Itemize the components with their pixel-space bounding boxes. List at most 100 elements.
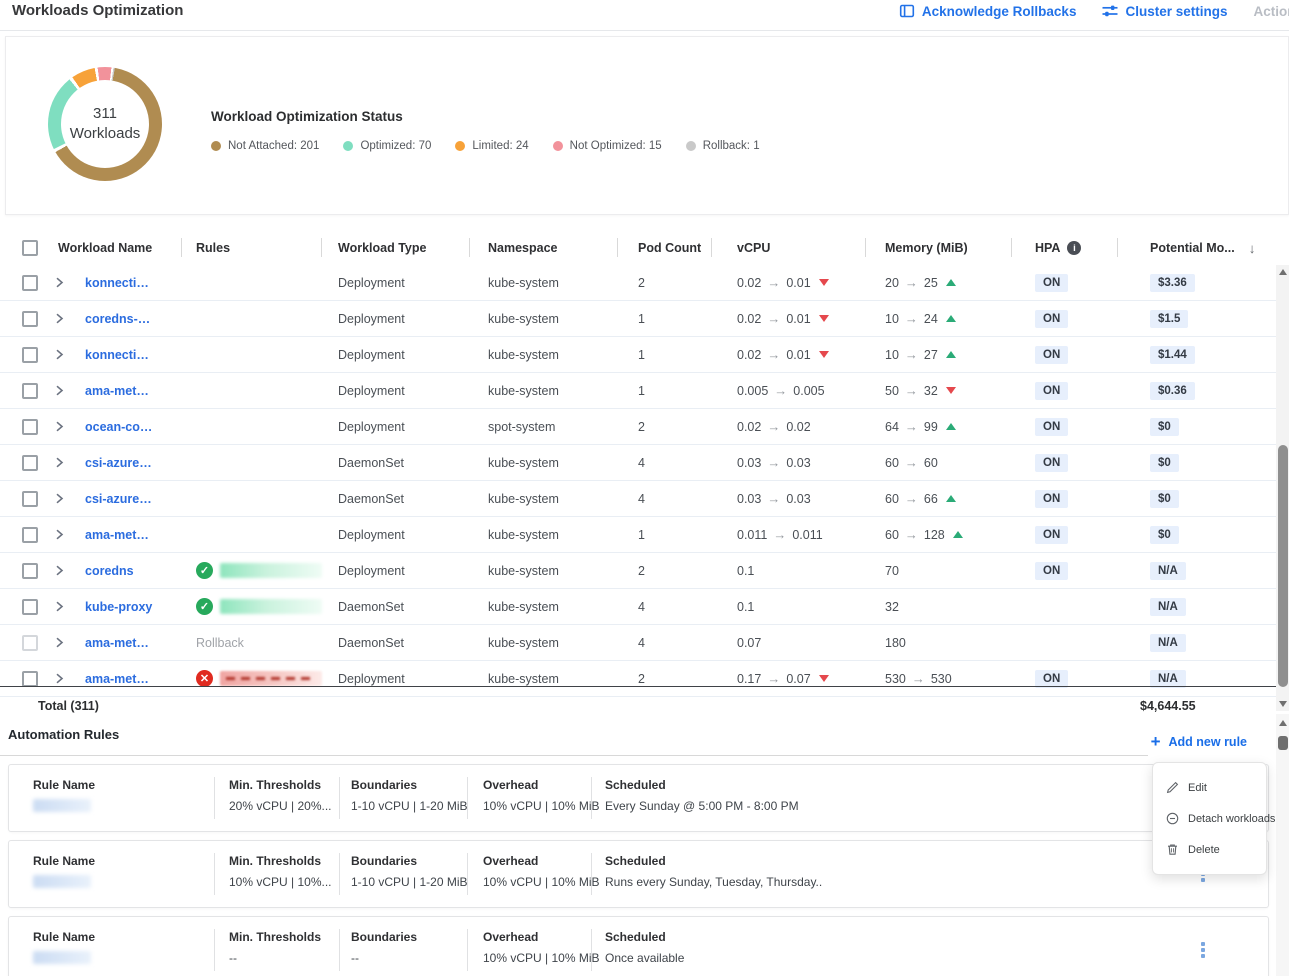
header-actions: Acknowledge Rollbacks Cluster settings A…	[899, 3, 1289, 19]
header-cell-pod-count[interactable]: Pod Count	[618, 231, 712, 265]
row-checkbox[interactable]	[22, 419, 38, 435]
row-checkbox[interactable]	[22, 347, 38, 363]
row-checkbox[interactable]	[22, 563, 38, 579]
header-cell-memory[interactable]: Memory (MiB)	[866, 231, 1012, 265]
expand-row-icon[interactable]	[46, 565, 72, 576]
workload-name-link[interactable]: ama-met…	[72, 384, 149, 398]
arrow-right-icon: →	[768, 383, 793, 398]
hpa-cell: ON	[1012, 418, 1118, 436]
row-checkbox[interactable]	[22, 491, 38, 507]
namespace-cell: kube-system	[470, 276, 618, 290]
trend-down-icon	[819, 351, 829, 358]
row-checkbox[interactable]	[22, 275, 38, 291]
header-cell-potential-savings[interactable]: Potential Mo...↓	[1118, 231, 1276, 265]
expand-row-icon[interactable]	[46, 421, 72, 432]
header-cell-vcpu[interactable]: vCPU	[712, 231, 866, 265]
namespace-cell: kube-system	[470, 312, 618, 326]
row-checkbox[interactable]	[22, 383, 38, 399]
row-checkbox[interactable]	[22, 599, 38, 615]
vcpu-cell: 0.02→0.01	[712, 311, 866, 326]
workload-name-link[interactable]: ocean-co…	[72, 420, 152, 434]
menu-item-detach-workloads[interactable]: Detach workloads	[1153, 803, 1266, 834]
header-cell-rules[interactable]: Rules	[182, 231, 322, 265]
workload-type-cell: Deployment	[322, 348, 470, 362]
row-checkbox[interactable]	[22, 527, 38, 543]
rule-field: Boundaries1-10 vCPU | 1-20 MiB	[351, 778, 468, 813]
namespace-cell: spot-system	[470, 420, 618, 434]
expand-row-icon[interactable]	[46, 493, 72, 504]
header-cell-workload-type[interactable]: Workload Type	[322, 231, 470, 265]
workload-name-link[interactable]: ama-met…	[72, 528, 149, 542]
rule-rollback-label: Rollback	[196, 636, 244, 650]
legend-item: Not Optimized: 15	[553, 140, 662, 152]
expand-row-icon[interactable]	[46, 313, 72, 324]
expand-row-icon[interactable]	[46, 529, 72, 540]
scrollbar-thumb[interactable]	[1278, 736, 1288, 750]
scrollbar-up-icon[interactable]	[1276, 716, 1289, 730]
workload-name-link[interactable]: csi-azure…	[72, 492, 152, 506]
table-scrollbar[interactable]	[1276, 265, 1289, 711]
hpa-info-icon[interactable]: i	[1067, 241, 1081, 255]
rules-cell: ✓	[182, 598, 322, 615]
automation-rule-card: Rule NameMin. Thresholds20% vCPU | 20%..…	[8, 764, 1269, 832]
memory-cell: 60→60	[866, 455, 1012, 470]
plus-icon: +	[1151, 733, 1161, 750]
workload-name-link[interactable]: konnecti…	[72, 348, 149, 362]
header-cell-workload-name[interactable]: Workload Name	[46, 231, 182, 265]
expand-row-icon[interactable]	[46, 457, 72, 468]
header-cell-namespace[interactable]: Namespace	[470, 231, 618, 265]
table-row: coredns-…Deploymentkube-system10.02→0.01…	[0, 301, 1276, 337]
row-checkbox[interactable]	[22, 635, 38, 651]
row-checkbox[interactable]	[22, 671, 38, 687]
potential-savings-badge: N/A	[1150, 598, 1186, 616]
menu-item-edit[interactable]: Edit	[1153, 772, 1266, 803]
row-checkbox[interactable]	[22, 311, 38, 327]
add-new-rule-button[interactable]: + Add new rule	[1145, 732, 1253, 751]
vcpu-cell: 0.03→0.03	[712, 455, 866, 470]
workload-name-link[interactable]: konnecti…	[72, 276, 149, 290]
arrow-right-icon: →	[899, 311, 924, 326]
actions-button[interactable]: Actions	[1253, 4, 1289, 19]
scrollbar-up-icon[interactable]	[1276, 265, 1289, 279]
pod-count-cell: 2	[618, 672, 712, 686]
expand-row-icon[interactable]	[46, 601, 72, 612]
trend-down-icon	[819, 675, 829, 682]
rule-more-options-kebab-icon[interactable]	[1196, 939, 1210, 961]
workload-name-link[interactable]: csi-azure…	[72, 456, 152, 470]
memory-cell: 70	[866, 564, 1012, 578]
workload-name-link[interactable]: ama-met…	[72, 636, 149, 650]
status-title: Workload Optimization Status	[211, 109, 760, 124]
page-scrollbar[interactable]	[1276, 714, 1289, 976]
table-row: coredns✓Deploymentkube-system20.170ONN/A	[0, 553, 1276, 589]
workload-name-link[interactable]: coredns	[72, 564, 134, 578]
namespace-cell: kube-system	[470, 492, 618, 506]
detach-icon	[1166, 812, 1179, 825]
cluster-settings-button[interactable]: Cluster settings	[1102, 3, 1227, 19]
expand-row-icon[interactable]	[46, 349, 72, 360]
row-checkbox[interactable]	[22, 455, 38, 471]
page-title: Workloads Optimization	[12, 2, 183, 19]
scrollbar-down-icon[interactable]	[1276, 697, 1289, 711]
table-row: ama-met…Deploymentkube-system10.005→0.00…	[0, 373, 1276, 409]
select-all-checkbox[interactable]	[22, 240, 38, 256]
arrow-right-icon: →	[899, 491, 924, 506]
namespace-cell: kube-system	[470, 348, 618, 362]
expand-row-icon[interactable]	[46, 673, 72, 684]
expand-row-icon[interactable]	[46, 385, 72, 396]
scrollbar-thumb[interactable]	[1278, 445, 1288, 687]
workload-name-link[interactable]: coredns-…	[72, 312, 150, 326]
menu-item-delete[interactable]: Delete	[1153, 834, 1266, 865]
header-cell-hpa[interactable]: HPAi	[1012, 231, 1118, 265]
legend-dot-icon	[211, 141, 221, 151]
rule-name-column: Rule Name	[33, 930, 95, 964]
automation-rule-card: Rule NameMin. Thresholds--Boundaries--Ov…	[8, 916, 1269, 976]
vcpu-cell: 0.02→0.01	[712, 275, 866, 290]
sort-descending-icon[interactable]: ↓	[1249, 241, 1256, 256]
workload-name-link[interactable]: kube-proxy	[72, 600, 152, 614]
workload-name-link[interactable]: ama-met…	[72, 672, 149, 686]
potential-savings-cell: $0	[1118, 490, 1276, 508]
expand-row-icon[interactable]	[46, 637, 72, 648]
expand-row-icon[interactable]	[46, 277, 72, 288]
rule-field: Boundaries--	[351, 930, 417, 965]
acknowledge-rollbacks-button[interactable]: Acknowledge Rollbacks	[899, 3, 1077, 19]
